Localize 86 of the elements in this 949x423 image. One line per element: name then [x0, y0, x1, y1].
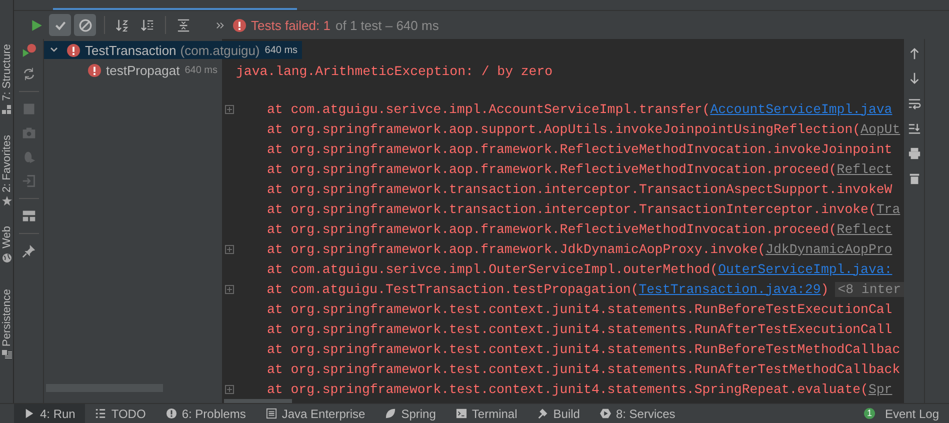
filter-toggle[interactable]	[49, 14, 71, 36]
stack-frame-text: at org.springframework.test.context.junit4.statements.SpringRepeat.evaluate(	[267, 382, 868, 396]
persistence-icon	[2, 350, 12, 360]
stack-frame-text: at org.springframework.aop.framework.ReflectiveMethodInvocation.proceed(	[267, 162, 837, 176]
stack-frame-text: at org.springframework.test.context.junit4.statements.RunBeforeTestMethodCallbac	[267, 342, 900, 356]
stack-frame-text: at org.springframework.aop.framework.ReflectiveMethodInvocation.proceed(	[267, 222, 837, 236]
up-arrow-icon[interactable]	[908, 47, 920, 60]
soft-wrap-icon[interactable]	[908, 97, 920, 110]
cancel-icon	[78, 18, 92, 32]
fold-icon[interactable]	[225, 104, 234, 114]
stack-frame-text: at org.springframework.test.context.junit4.statements.RunAfterTestExecutionCall	[267, 322, 892, 336]
source-link[interactable]: Reflect	[836, 222, 892, 236]
stack-frame-text: at org.springframework.transaction.interceptor.TransactionInterceptor.invoke(	[267, 202, 876, 216]
document-icon	[266, 408, 277, 419]
source-link[interactable]: Tra	[876, 202, 900, 216]
exclamation-icon	[166, 408, 177, 419]
fold-icon[interactable]	[225, 244, 234, 254]
rerun-failed-icon[interactable]	[22, 43, 36, 57]
trash-icon[interactable]	[908, 172, 920, 185]
source-link[interactable]: TestTransaction.java:29	[638, 282, 821, 296]
scroll-to-end-icon[interactable]	[908, 122, 920, 135]
source-link[interactable]: AopUt	[860, 122, 900, 136]
leaf-icon	[385, 408, 396, 419]
error-icon	[67, 44, 80, 56]
fold-icon[interactable]	[225, 284, 234, 294]
source-link[interactable]: AccountServiceImpl.java	[710, 102, 892, 116]
tool-window-tab[interactable]: Terminal	[446, 404, 528, 423]
rerun-icon[interactable]	[22, 67, 36, 81]
source-link[interactable]: Spr	[868, 382, 892, 396]
test-class-name: TestTransaction	[85, 42, 176, 58]
test-summary-text: of 1 test – 640 ms	[336, 18, 439, 32]
play-icon	[24, 408, 35, 419]
source-link[interactable]: JdkDynamicAopPro	[766, 242, 892, 256]
terminal-icon	[456, 408, 467, 419]
stack-frame-text: )	[820, 282, 829, 296]
stack-frame-text: at org.springframework.aop.framework.ReflectiveMethodInvocation.invokeJoinpoint	[267, 142, 892, 156]
down-arrow-icon[interactable]	[908, 72, 920, 85]
expand-all-icon[interactable]	[177, 18, 190, 32]
layout-icon[interactable]	[22, 209, 36, 223]
stack-frame-text: at com.atguigu.serivce.impl.OuterServiceImpl.outerMethod(	[267, 262, 718, 276]
filter-toggle[interactable]	[74, 14, 96, 36]
tool-window-tab[interactable]: Spring	[375, 404, 446, 423]
services-icon	[600, 408, 611, 419]
side-tool-tab[interactable]: 7: Structure	[0, 44, 12, 115]
side-tool-tab[interactable]: 2: Favorites	[0, 134, 12, 206]
sort-by-duration-icon[interactable]	[141, 18, 154, 32]
list-icon	[95, 408, 106, 419]
duration-text: 640 ms	[184, 64, 218, 76]
internal-calls-label[interactable]: <8 inter	[834, 282, 904, 296]
source-link[interactable]: OuterServiceImpl.java:	[718, 262, 892, 276]
side-tool-tab[interactable]: Persistence	[0, 288, 12, 360]
star-icon	[2, 196, 12, 206]
stack-frame-text: at org.springframework.transaction.interceptor.TransactionAspectSupport.invokeW	[267, 182, 892, 196]
notification-count: 1	[864, 408, 875, 419]
side-tool-tab[interactable]: Web	[0, 226, 12, 263]
error-icon	[88, 64, 101, 76]
test-method-name: testPropagat	[106, 62, 180, 78]
tool-window-tab[interactable]: 4: Run	[14, 404, 86, 423]
pin-icon[interactable]	[22, 244, 36, 258]
stack-frame-text: at org.springframework.test.context.junit4.statements.RunAfterTestMethodCallback	[267, 362, 900, 376]
duration-text: 640 ms	[264, 44, 298, 56]
tool-window-tab[interactable]: Java Enterprise	[256, 404, 376, 423]
run-icon[interactable]	[30, 18, 43, 32]
fold-icon[interactable]	[225, 384, 234, 394]
package-name: (com.atguigu)	[180, 42, 260, 58]
tool-window-tab[interactable]: 8: Services	[590, 404, 686, 423]
stack-frame-text: at com.atguigu.serivce.impl.AccountServiceImpl.transfer(	[267, 102, 710, 116]
tree-row[interactable]: testPropagat 640 ms	[44, 59, 222, 81]
source-link[interactable]: Reflect	[836, 162, 892, 176]
tree-row[interactable]: TestTransaction (com.atguigu) 640 ms	[44, 41, 302, 59]
exception-message: java.lang.ArithmeticException: / by zero	[236, 63, 553, 81]
hammer-icon	[537, 408, 548, 419]
error-icon	[233, 18, 246, 32]
tool-window-tab[interactable]: Build	[527, 404, 590, 423]
stack-frame-text: at com.atguigu.TestTransaction.testPropagation(	[266, 282, 639, 296]
tests-failed-text: Tests failed: 1	[251, 18, 330, 32]
sort-alphabetically-icon[interactable]	[116, 18, 129, 32]
tool-window-tab[interactable]: TODO	[85, 404, 156, 423]
structure-icon	[2, 104, 12, 115]
stack-frame-text: at org.springframework.aop.framework.JdkDynamicAopProxy.invoke(	[267, 242, 766, 256]
stack-frame-text: at org.springframework.test.context.junit4.statements.RunBeforeTestExecutionCal	[267, 302, 892, 316]
print-icon[interactable]	[908, 147, 920, 160]
more-icon[interactable]	[216, 20, 225, 30]
event-log-tab[interactable]: Event Log	[874, 404, 949, 423]
stack-frame-text: at org.springframework.aop.support.AopUtils.invokeJoinpointUsingReflection(	[267, 122, 861, 136]
tool-window-tab[interactable]: 6: Problems	[156, 404, 256, 423]
